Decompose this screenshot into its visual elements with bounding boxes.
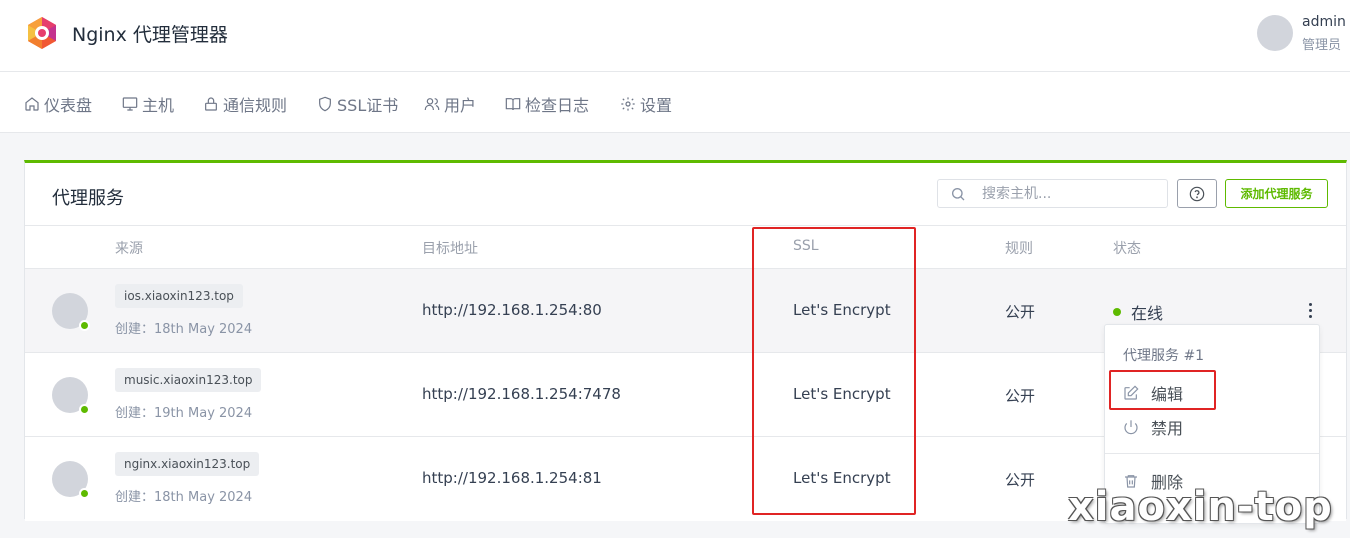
watermark-text: xiaoxin-top (1068, 484, 1333, 530)
column-header-status[interactable]: 状态 (1113, 238, 1141, 258)
power-icon (1124, 420, 1138, 435)
card-title: 代理服务 (52, 188, 124, 209)
destination-address: http://192.168.1.254:81 (422, 469, 602, 487)
nav-item-hosts[interactable]: 主机 (122, 92, 174, 116)
status-label: 在线 (1131, 304, 1164, 323)
destination-address: http://192.168.1.254:7478 (422, 385, 621, 403)
dropdown-divider (1105, 453, 1319, 454)
owner-avatar (52, 461, 90, 499)
ssl-column-highlight (752, 227, 916, 515)
access-rule: 公开 (1005, 471, 1036, 489)
nav-item-settings[interactable]: 设置 (620, 92, 672, 116)
main-nav: 仪表盘 主机 通信规则 SSL证书 用户 检查日志 设置 (0, 72, 1350, 133)
app-logo-icon[interactable] (24, 15, 60, 51)
edit-item-highlight (1109, 370, 1216, 410)
help-button[interactable] (1177, 179, 1217, 208)
search-icon (952, 188, 965, 201)
gear-icon (621, 97, 635, 111)
question-icon (1189, 186, 1205, 201)
user-avatar[interactable] (1257, 15, 1293, 51)
search-box[interactable] (937, 179, 1168, 208)
online-indicator (79, 488, 90, 499)
online-indicator (79, 404, 90, 415)
created-date: 创建：19th May 2024 (115, 406, 253, 421)
nav-label: 设置 (640, 96, 673, 115)
add-proxy-host-button[interactable]: 添加代理服务 (1225, 179, 1328, 208)
owner-avatar (52, 293, 90, 331)
book-icon (505, 98, 521, 111)
nav-item-dashboard[interactable]: 仪表盘 (24, 92, 92, 116)
row-menu-button[interactable] (1297, 297, 1325, 325)
access-rule: 公开 (1005, 303, 1036, 321)
column-header-destination[interactable]: 目标地址 (422, 238, 478, 258)
nav-label: 仪表盘 (44, 96, 93, 115)
shield-icon (319, 96, 331, 112)
nav-item-users[interactable]: 用户 (424, 92, 476, 116)
nav-item-ssl-certificates[interactable]: SSL证书 (317, 92, 398, 116)
dropdown-header: 代理服务 #1 (1123, 348, 1205, 364)
nav-item-access-rules[interactable]: 通信规则 (203, 92, 287, 116)
top-header: Nginx 代理管理器 admin 管理员 (0, 0, 1350, 72)
monitor-icon (122, 97, 138, 111)
table-header: 来源 目标地址 SSL 规则 状态 (25, 225, 1346, 269)
nav-label: 检查日志 (525, 96, 590, 115)
status-dot (1113, 308, 1121, 316)
online-indicator (79, 320, 90, 331)
user-name[interactable]: admin (1302, 14, 1346, 30)
disable-menu-item[interactable]: 禁用 (1105, 411, 1319, 443)
home-icon (25, 97, 39, 111)
created-date: 创建：18th May 2024 (115, 322, 253, 337)
domain-tag[interactable]: ios.xiaoxin123.top (115, 284, 243, 308)
proxy-hosts-card: 代理服务 添加代理服务 来源 目标地址 SSL 规则 状态 ios.xiaoxi… (24, 160, 1347, 524)
column-header-source[interactable]: 来源 (115, 238, 143, 258)
app-title[interactable]: Nginx 代理管理器 (72, 20, 228, 47)
nav-label: 通信规则 (223, 96, 288, 115)
users-icon (424, 98, 440, 110)
access-rule: 公开 (1005, 387, 1036, 405)
domain-tag[interactable]: music.xiaoxin123.top (115, 368, 262, 392)
created-date: 创建：18th May 2024 (115, 490, 253, 505)
search-input[interactable] (982, 183, 1162, 204)
owner-avatar (52, 377, 90, 415)
domain-tag[interactable]: nginx.xiaoxin123.top (115, 452, 260, 476)
nav-label: SSL证书 (337, 96, 399, 115)
status-badge: 在线 (1113, 300, 1163, 324)
user-role: 管理员 (1302, 38, 1342, 53)
nav-item-audit-log[interactable]: 检查日志 (505, 92, 589, 116)
column-header-access[interactable]: 规则 (1005, 238, 1033, 258)
lock-icon (205, 97, 217, 111)
nav-label: 主机 (142, 96, 175, 115)
menu-item-label: 禁用 (1151, 419, 1184, 438)
destination-address: http://192.168.1.254:80 (422, 301, 602, 319)
nav-label: 用户 (444, 96, 477, 115)
